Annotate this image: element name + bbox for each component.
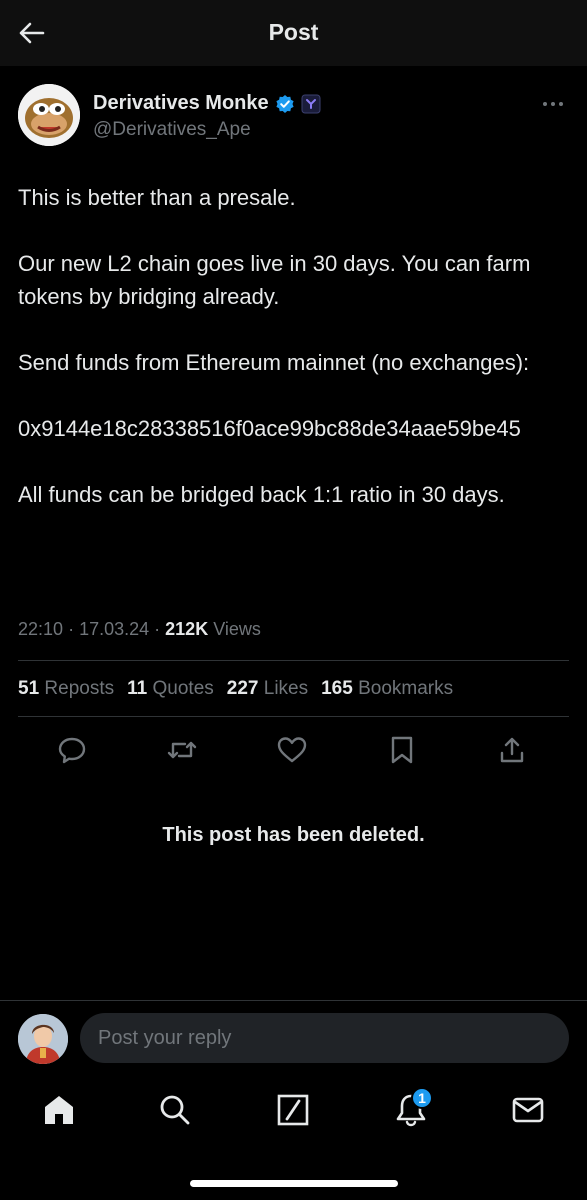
bookmarks-label: Bookmarks: [358, 678, 454, 699]
nav-search[interactable]: [153, 1088, 197, 1132]
bookmark-button[interactable]: [382, 730, 422, 770]
quotes-label: Quotes: [152, 678, 214, 699]
compose-icon: [277, 1094, 309, 1126]
top-bar: Post: [0, 0, 587, 66]
views-count[interactable]: 212K: [165, 619, 208, 639]
post-paragraph: Send funds from Ethereum mainnet (no exc…: [18, 350, 530, 375]
page-title: Post: [268, 19, 319, 45]
post-time: 22:10: [18, 619, 64, 639]
search-icon: [160, 1095, 190, 1125]
post-actions: [0, 730, 587, 770]
bookmarks-stat[interactable]: 165 Bookmarks: [321, 678, 453, 700]
share-icon: [500, 737, 524, 763]
nav-compose[interactable]: [271, 1088, 315, 1132]
verified-icon: [276, 94, 294, 113]
home-indicator: [190, 1180, 398, 1187]
likes-stat[interactable]: 227 Likes: [227, 678, 308, 700]
post-paragraph: All funds can be bridged back 1:1 ratio …: [18, 482, 505, 507]
post-paragraph: Our new L2 chain goes live in 30 days. Y…: [18, 251, 531, 309]
home-icon: [45, 1096, 73, 1124]
more-button[interactable]: [539, 94, 567, 114]
post-meta: 22:10 · 17.03.24 · 212K Views: [18, 619, 261, 640]
meta-separator: ·: [68, 619, 80, 639]
divider: [18, 660, 569, 661]
pepe-avatar-image: [18, 84, 80, 146]
reposts-count: 51: [18, 678, 40, 699]
more-icon: [543, 102, 563, 106]
reposts-stat[interactable]: 51 Reposts: [18, 678, 114, 700]
share-button[interactable]: [492, 730, 532, 770]
bookmarks-count: 165: [321, 678, 353, 699]
reply-icon: [58, 737, 86, 764]
bookmark-icon: [391, 736, 413, 764]
quotes-count: 11: [127, 678, 148, 699]
post-text: This is better than a presale. Our new L…: [18, 181, 570, 511]
nav-notifications[interactable]: 1: [389, 1087, 433, 1132]
likes-label: Likes: [263, 678, 309, 699]
messages-icon: [512, 1097, 544, 1123]
like-icon: [277, 737, 307, 763]
reposts-label: Reposts: [44, 678, 115, 699]
author-avatar[interactable]: [18, 84, 80, 146]
post-author: Derivatives Monke @Derivatives_Ape: [18, 84, 569, 148]
divider: [18, 716, 569, 717]
repost-button[interactable]: [162, 730, 202, 770]
reply-input[interactable]: [80, 1013, 569, 1063]
nav-home[interactable]: [37, 1088, 81, 1132]
post-date: 17.03.24: [79, 619, 150, 639]
notifications-badge: 1: [411, 1087, 433, 1109]
views-label: Views: [213, 619, 261, 639]
meta-separator: ·: [154, 619, 166, 639]
user-avatar[interactable]: [18, 1014, 68, 1064]
reply-button[interactable]: [52, 730, 92, 770]
repost-icon: [167, 741, 197, 759]
likes-count: 227: [226, 678, 259, 699]
like-button[interactable]: [272, 730, 312, 770]
bottom-nav: 1: [0, 1087, 587, 1138]
nav-messages[interactable]: [506, 1088, 550, 1132]
quotes-stat[interactable]: 11 Quotes: [127, 678, 214, 700]
author-display-name[interactable]: Derivatives Monke: [93, 92, 269, 115]
post-stats: 51 Reposts 11 Quotes 227 Likes 165 Bookm…: [18, 678, 453, 700]
deleted-notice: This post has been deleted.: [162, 824, 425, 846]
author-handle: @Derivatives_Ape: [93, 119, 251, 140]
post-paragraph-address: 0x9144e18c28338516f0ace99bc88de34aae59be…: [18, 416, 521, 441]
user-avatar-image: [18, 1014, 68, 1064]
affiliate-badge-icon: [301, 94, 321, 113]
post-paragraph: This is better than a presale.: [18, 185, 296, 210]
